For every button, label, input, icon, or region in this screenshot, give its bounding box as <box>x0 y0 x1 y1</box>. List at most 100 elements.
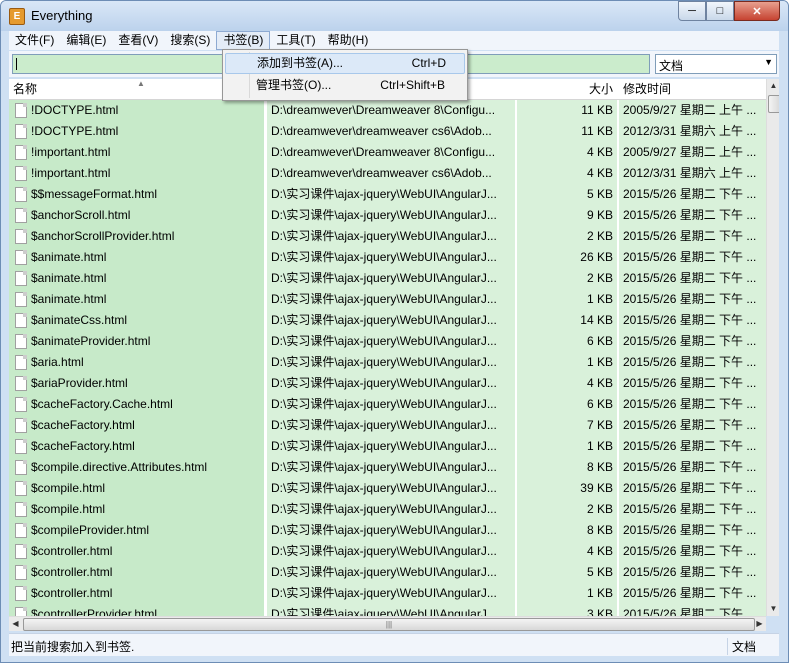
file-name: $compileProvider.html <box>31 523 150 537</box>
table-row[interactable]: $animate.html D:\实习课件\ajax-jquery\WebUI\A… <box>9 268 766 289</box>
table-row[interactable]: !DOCTYPE.html D:\dreamwever\dreamweaver c… <box>9 121 766 142</box>
cell-name: $cacheFactory.Cache.html <box>9 394 264 415</box>
file-name: $animateCss.html <box>31 313 128 327</box>
cell-name: $anchorScrollProvider.html <box>9 226 264 247</box>
cell-name: $controller.html <box>9 562 264 583</box>
table-row[interactable]: !important.html D:\dreamwever\Dreamweaver… <box>9 142 766 163</box>
table-row[interactable]: $controllerProvider.html D:\实习课件\ajax-jqu… <box>9 604 766 616</box>
cell-path: D:\实习课件\ajax-jquery\WebUI\AngularJ... <box>267 373 515 394</box>
scroll-right-icon[interactable]: ▶ <box>753 617 766 631</box>
file-path: D:\dreamwever\Dreamweaver 8\Configu... <box>271 103 496 117</box>
everything-app-icon: E <box>9 8 25 25</box>
column-header-date[interactable]: 修改时间 <box>623 79 763 99</box>
file-path: D:\实习课件\ajax-jquery\WebUI\AngularJ... <box>271 250 497 264</box>
window-title: Everything <box>31 8 93 23</box>
menu-item-manage-bookmarks-label: 管理书签(O)... <box>256 78 332 92</box>
vertical-scroll-thumb[interactable] <box>768 95 779 113</box>
cell-size: 14 KB <box>517 310 617 331</box>
filter-select[interactable]: 文档 ▼ <box>655 54 777 74</box>
close-icon: ✕ <box>752 5 762 18</box>
close-button[interactable]: ✕ <box>734 1 780 21</box>
menu-bookmarks[interactable]: 书签(B) <box>216 31 271 50</box>
cell-date: 2015/5/26 星期二 下午 ... <box>619 352 766 373</box>
title-bar[interactable]: E Everything ─ □ ✕ <box>1 1 788 31</box>
scroll-up-icon[interactable]: ▲ <box>767 79 779 93</box>
html-file-icon <box>15 418 27 433</box>
table-row[interactable]: $ariaProvider.html D:\实习课件\ajax-jquery\We… <box>9 373 766 394</box>
cell-path: D:\实习课件\ajax-jquery\WebUI\AngularJ... <box>267 562 515 583</box>
cell-date: 2005/9/27 星期二 上午 ... <box>619 142 766 163</box>
file-date: 2015/5/26 星期二 下午 ... <box>623 355 757 369</box>
cell-size: 1 KB <box>517 583 617 604</box>
table-row[interactable]: $anchorScroll.html D:\实习课件\ajax-jquery\We… <box>9 205 766 226</box>
cell-size: 4 KB <box>517 142 617 163</box>
menu-tools[interactable]: 工具(T) <box>270 31 321 50</box>
vertical-scrollbar[interactable]: ▲ ▼ <box>766 79 779 616</box>
file-path: D:\实习课件\ajax-jquery\WebUI\AngularJ... <box>271 460 497 474</box>
table-row[interactable]: $$messageFormat.html D:\实习课件\ajax-jquery\… <box>9 184 766 205</box>
table-row[interactable]: $compileProvider.html D:\实习课件\ajax-jquery… <box>9 520 766 541</box>
table-row[interactable]: $compile.directive.Attributes.html D:\实习课… <box>9 457 766 478</box>
menu-file[interactable]: 文件(F) <box>9 31 60 50</box>
cell-date: 2015/5/26 星期二 下午 ... <box>619 436 766 457</box>
table-row[interactable]: $compile.html D:\实习课件\ajax-jquery\WebUI\A… <box>9 499 766 520</box>
file-size: 1 KB <box>586 586 613 600</box>
cell-name: !important.html <box>9 163 264 184</box>
html-file-icon <box>15 439 27 454</box>
sort-ascending-icon: ▲ <box>137 79 145 88</box>
file-size: 1 KB <box>586 439 613 453</box>
file-date: 2015/5/26 星期二 下午 ... <box>623 439 757 453</box>
table-row[interactable]: !important.html D:\dreamwever\dreamweaver… <box>9 163 766 184</box>
cell-size: 39 KB <box>517 478 617 499</box>
menu-search[interactable]: 搜索(S) <box>164 31 216 50</box>
table-row[interactable]: $controller.html D:\实习课件\ajax-jquery\WebU… <box>9 541 766 562</box>
cell-name: $anchorScroll.html <box>9 205 264 226</box>
file-date: 2015/5/26 星期二 下午 ... <box>623 481 757 495</box>
cell-path: D:\dreamwever\Dreamweaver 8\Configu... <box>267 100 515 121</box>
menu-view[interactable]: 查看(V) <box>112 31 164 50</box>
scroll-left-icon[interactable]: ◀ <box>9 617 22 631</box>
table-row[interactable]: $controller.html D:\实习课件\ajax-jquery\WebU… <box>9 583 766 604</box>
table-row[interactable]: $animateCss.html D:\实习课件\ajax-jquery\WebU… <box>9 310 766 331</box>
cell-path: D:\实习课件\ajax-jquery\WebUI\AngularJ... <box>267 289 515 310</box>
file-path: D:\实习课件\ajax-jquery\WebUI\AngularJ... <box>271 187 497 201</box>
cell-path: D:\实习课件\ajax-jquery\WebUI\AngularJ... <box>267 184 515 205</box>
table-row[interactable]: !DOCTYPE.html D:\dreamwever\Dreamweaver 8… <box>9 100 766 121</box>
table-row[interactable]: $aria.html D:\实习课件\ajax-jquery\WebUI\Angu… <box>9 352 766 373</box>
html-file-icon <box>15 187 27 202</box>
file-date: 2015/5/26 星期二 下午 ... <box>623 418 757 432</box>
cell-size: 4 KB <box>517 163 617 184</box>
table-row[interactable]: $cacheFactory.html D:\实习课件\ajax-jquery\We… <box>9 436 766 457</box>
horizontal-scrollbar[interactable]: ◀ ||| ▶ <box>9 616 766 631</box>
file-path: D:\实习课件\ajax-jquery\WebUI\AngularJ... <box>271 208 497 222</box>
table-row[interactable]: $animate.html D:\实习课件\ajax-jquery\WebUI\A… <box>9 289 766 310</box>
table-row[interactable]: $cacheFactory.html D:\实习课件\ajax-jquery\We… <box>9 415 766 436</box>
table-row[interactable]: $animate.html D:\实习课件\ajax-jquery\WebUI\A… <box>9 247 766 268</box>
file-path: D:\实习课件\ajax-jquery\WebUI\AngularJ... <box>271 607 497 616</box>
file-name: $animateProvider.html <box>31 334 151 348</box>
menu-edit[interactable]: 编辑(E) <box>60 31 112 50</box>
menu-item-add-bookmark[interactable]: 添加到书签(A)... Ctrl+D <box>225 53 465 74</box>
cell-size: 4 KB <box>517 373 617 394</box>
table-row[interactable]: $animateProvider.html D:\实习课件\ajax-jquery… <box>9 331 766 352</box>
file-path: D:\实习课件\ajax-jquery\WebUI\AngularJ... <box>271 271 497 285</box>
cell-path: D:\实习课件\ajax-jquery\WebUI\AngularJ... <box>267 457 515 478</box>
horizontal-scroll-thumb[interactable]: ||| <box>23 618 755 631</box>
minimize-icon: ─ <box>688 5 696 17</box>
file-date: 2015/5/26 星期二 下午 ... <box>623 376 757 390</box>
menu-item-manage-bookmarks[interactable]: 管理书签(O)... Ctrl+Shift+B <box>225 75 463 96</box>
scroll-down-icon[interactable]: ▼ <box>767 602 779 616</box>
menu-help[interactable]: 帮助(H) <box>322 31 375 50</box>
html-file-icon <box>15 544 27 559</box>
table-row[interactable]: $controller.html D:\实习课件\ajax-jquery\WebU… <box>9 562 766 583</box>
cell-date: 2005/9/27 星期二 上午 ... <box>619 100 766 121</box>
table-row[interactable]: $cacheFactory.Cache.html D:\实习课件\ajax-jqu… <box>9 394 766 415</box>
table-row[interactable]: $anchorScrollProvider.html D:\实习课件\ajax-j… <box>9 226 766 247</box>
column-header-size[interactable]: 大小 <box>517 79 613 99</box>
maximize-button[interactable]: □ <box>706 1 734 21</box>
filter-selected-value: 文档 <box>659 59 684 73</box>
table-row[interactable]: $compile.html D:\实习课件\ajax-jquery\WebUI\A… <box>9 478 766 499</box>
minimize-button[interactable]: ─ <box>678 1 706 21</box>
status-message: 把当前搜索加入到书签. <box>11 640 135 654</box>
file-path: D:\实习课件\ajax-jquery\WebUI\AngularJ... <box>271 481 497 495</box>
